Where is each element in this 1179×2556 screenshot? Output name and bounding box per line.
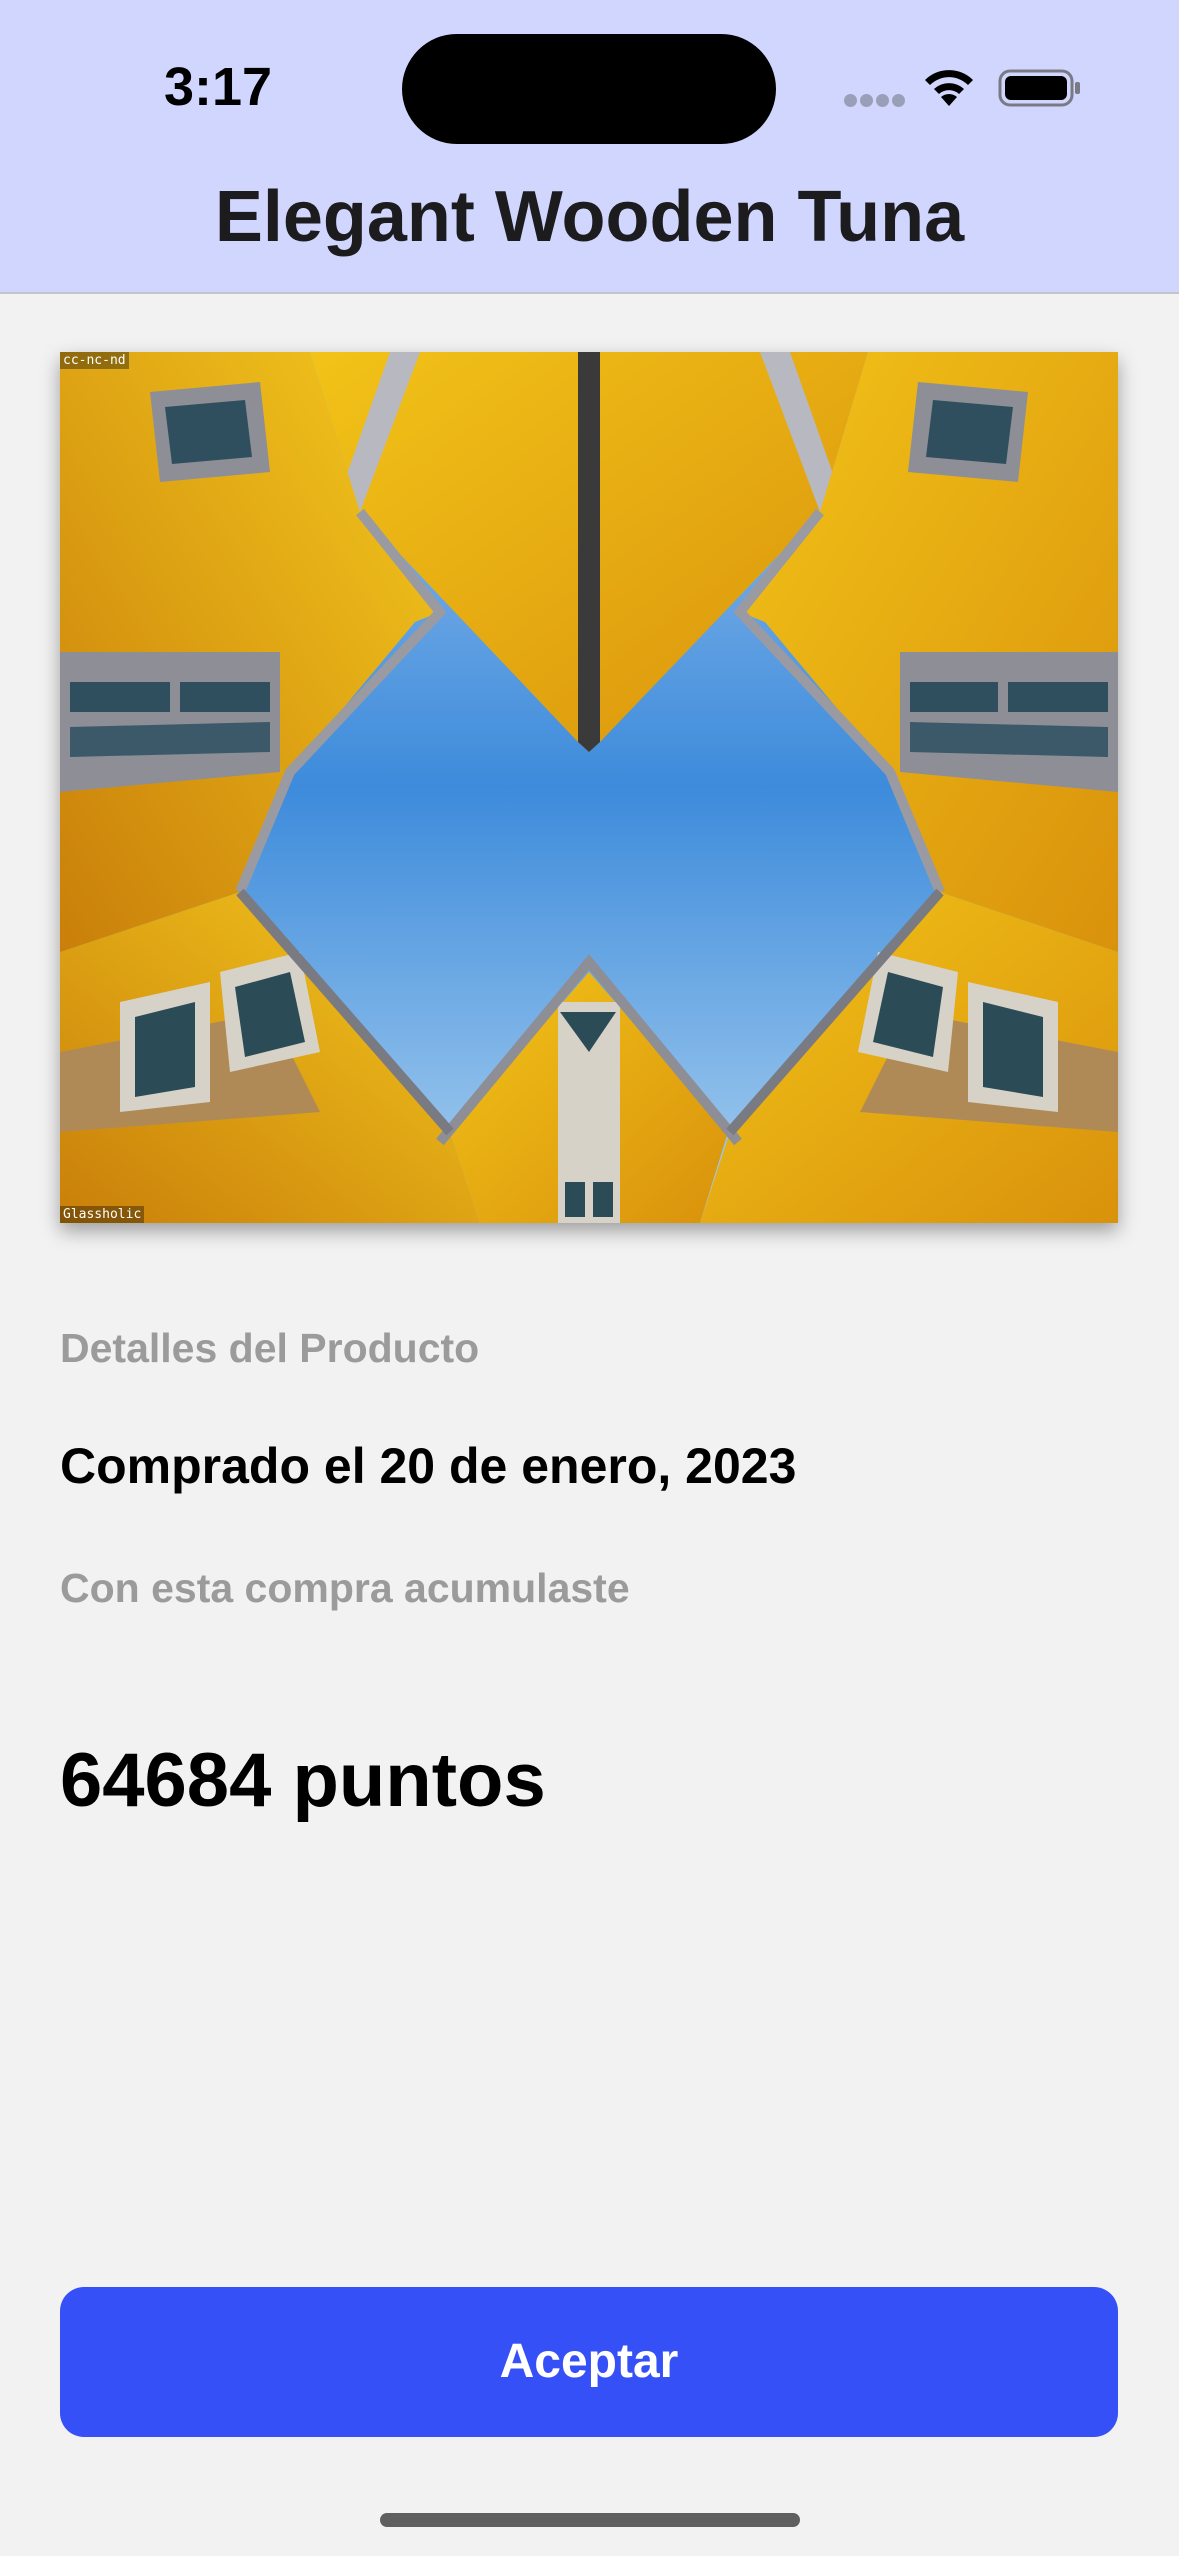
photo-watermark-license: cc-nc-nd: [60, 352, 129, 369]
accumulated-label: Con esta compra acumulaste: [60, 1565, 630, 1611]
dynamic-island: [402, 34, 776, 144]
status-time: 3:17: [164, 57, 273, 117]
wifi-icon: [925, 70, 973, 106]
photo-watermark-author: Glassholic: [60, 1206, 145, 1223]
signal-icon: [844, 94, 906, 108]
purchase-date: Comprado el 20 de enero, 2023: [60, 1438, 797, 1494]
home-indicator[interactable]: [380, 2513, 800, 2527]
nav-header: 3:17 Elegant Wooden Tuna: [0, 0, 1179, 294]
battery-icon: [998, 69, 1080, 107]
page-title: Elegant Wooden Tuna: [214, 177, 965, 257]
accept-button[interactable]: Aceptar: [60, 2287, 1118, 2437]
product-image: cc-nc-nd Glassholic: [60, 352, 1118, 1223]
section-label: Detalles del Producto: [60, 1325, 480, 1371]
points-value: 64684 puntos: [60, 1738, 546, 1823]
